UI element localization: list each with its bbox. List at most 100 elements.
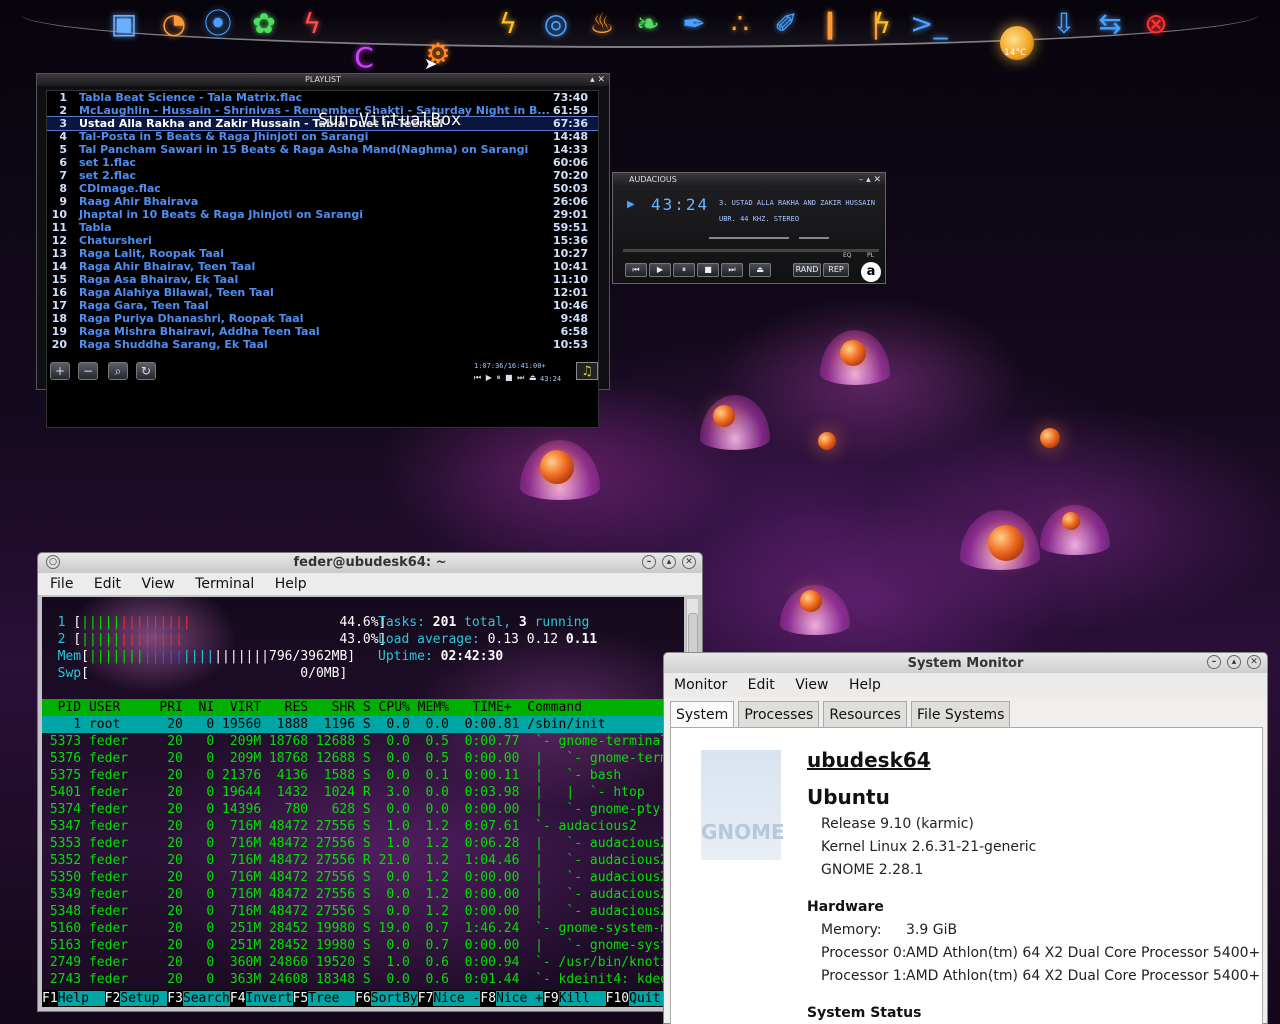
volume-slider[interactable] — [709, 237, 789, 239]
process-table-header[interactable]: PID USER PRI NI VIRT RES SHR S CPU% MEM%… — [42, 699, 684, 716]
close-icon[interactable]: ✕ — [682, 555, 696, 569]
previous-icon[interactable]: ⏮ — [625, 263, 647, 277]
process-row[interactable]: 5347 feder 20 0 716M 48472 27556 S 1.0 1… — [42, 818, 637, 835]
playlist-item[interactable]: 19 Raga Mishra Bhairavi, Addha Teen Taal 6… — [47, 325, 598, 338]
close-icon[interactable]: ⊗ — [1138, 6, 1174, 42]
fire-icon[interactable]: ♨ — [584, 6, 620, 42]
process-row[interactable]: 2749 feder 20 0 360M 24860 19520 S 1.0 0… — [42, 954, 668, 971]
close-icon[interactable]: ✕ — [1247, 655, 1261, 669]
firefox-icon[interactable]: ◔ — [156, 6, 192, 42]
audacious-titlebar[interactable]: AUDACIOUS – ▴ ✕ — [613, 173, 885, 187]
balance-slider[interactable] — [799, 237, 829, 239]
process-row[interactable]: 5352 feder 20 0 716M 48472 27556 R 21.0 … — [42, 852, 668, 869]
minimize-icon[interactable]: – — [642, 555, 656, 569]
playlist-mini-controls[interactable]: ⏮ ▶ ⏸ ■ ⏭ ⏏ — [474, 373, 537, 383]
fkey-action[interactable]: Setup — [120, 991, 168, 1006]
bolt-icon[interactable]: ϟ — [490, 6, 526, 42]
playlist-item[interactable]: 17 Raga Gara, Teen Taal 10:46 — [47, 299, 598, 312]
playlist-item[interactable]: 16 Raga Alahiya Bilawal, Teen Taal 12:01 — [47, 286, 598, 299]
htop-output[interactable]: 1 [|||||||||||||| 44.6%] 2 [||||||||||||… — [42, 597, 684, 1007]
fkey-action[interactable]: Search — [182, 991, 230, 1006]
playlist-titlebar[interactable]: PLAYLIST ▴ ✕ — [37, 74, 609, 86]
process-row[interactable]: 5373 feder 20 0 209M 18768 12688 S 0.0 0… — [42, 733, 668, 750]
process-row[interactable]: 5350 feder 20 0 716M 48472 27556 S 0.0 1… — [42, 869, 668, 886]
fkey-action[interactable]: SortBy — [370, 991, 418, 1006]
bubbles-icon[interactable]: ∴ — [722, 6, 758, 42]
process-row[interactable]: 5353 feder 20 0 716M 48472 27556 S 1.0 1… — [42, 835, 668, 852]
tab-file-systems[interactable]: File Systems — [911, 701, 1011, 727]
tab-processes[interactable]: Processes — [738, 701, 820, 727]
terminal-titlebar[interactable]: ○ feder@ubudesk64: ~ – ▴ ✕ — [38, 553, 702, 573]
process-row[interactable]: 5160 feder 20 0 251M 28452 19980 S 19.0 … — [42, 920, 668, 937]
playback-time[interactable]: 43:24 — [651, 195, 709, 214]
audacious-logo-icon[interactable]: a — [861, 262, 881, 282]
menu-terminal[interactable]: Terminal — [195, 573, 254, 595]
remove-icon[interactable]: − — [78, 362, 98, 380]
search-icon[interactable]: ⌕ — [108, 362, 128, 380]
audacious-window-controls[interactable]: – ▴ ✕ — [859, 173, 881, 187]
feather-icon[interactable]: ❧ — [630, 6, 666, 42]
refresh-icon[interactable]: ↻ — [136, 362, 156, 380]
process-row[interactable]: 1 root 20 0 19560 1888 1196 S 0.0 0.0 0:… — [42, 716, 684, 733]
process-row[interactable]: 5401 feder 20 0 19644 1432 1024 R 3.0 0.… — [42, 784, 645, 801]
fkey-action[interactable]: Nice - — [433, 991, 481, 1006]
process-row[interactable]: 5375 feder 20 0 21376 4136 1588 S 0.0 0.… — [42, 767, 621, 784]
safari-icon[interactable]: ⦿ — [200, 6, 236, 42]
playlist-item[interactable]: 7 set 2.flac 70:20 — [47, 169, 598, 182]
menu-view[interactable]: View — [795, 673, 828, 697]
playlist-item[interactable]: 4 Tal-Posta in 5 Beats & Raga Jhinjoti on… — [47, 130, 598, 143]
arrows-icon[interactable]: ⇆ — [1092, 6, 1128, 42]
playlist-item[interactable]: 12 Chatursheri 15:36 — [47, 234, 598, 247]
add-icon[interactable]: + — [50, 362, 70, 380]
quill-icon[interactable]: ✒ — [676, 6, 712, 42]
playlist-item[interactable]: 13 Raga Lalit, Roopak Taal 10:27 — [47, 247, 598, 260]
playlist-item[interactable]: 9 Raag Ahir Bhairava 26:06 — [47, 195, 598, 208]
menu-monitor[interactable]: Monitor — [674, 673, 727, 697]
menu-file[interactable]: File — [50, 573, 73, 595]
menu-view[interactable]: View — [141, 573, 174, 595]
next-icon[interactable]: ⏭ — [721, 263, 743, 277]
maximize-icon[interactable]: ▴ — [1227, 655, 1241, 669]
play-icon[interactable]: ▶ — [649, 263, 671, 277]
c-icon[interactable]: C — [346, 40, 382, 76]
process-row[interactable]: 5163 feder 20 0 251M 28452 19980 S 0.0 0… — [42, 937, 668, 954]
stop-icon[interactable]: ■ — [697, 263, 719, 277]
fkey-action[interactable]: Kill — [558, 991, 606, 1006]
menu-help[interactable]: Help — [849, 673, 881, 697]
seek-bar[interactable] — [623, 249, 879, 252]
sysmon-titlebar[interactable]: System Monitor – ▴ ✕ — [664, 653, 1267, 673]
terminal-icon[interactable]: >_ — [910, 6, 947, 42]
playlist-item[interactable]: 20 Raga Shuddha Sarang, Ek Taal 10:53 — [47, 338, 598, 351]
lightning-icon[interactable]: ϟ — [294, 6, 330, 42]
playlist-item[interactable]: 6 set 1.flac 60:06 — [47, 156, 598, 169]
process-row[interactable]: 5349 feder 20 0 716M 48472 27556 S 0.0 1… — [42, 886, 668, 903]
process-row[interactable]: 5348 feder 20 0 716M 48472 27556 S 0.0 1… — [42, 903, 668, 920]
tab-resources[interactable]: Resources — [823, 701, 907, 727]
minimize-icon[interactable]: – — [1207, 655, 1221, 669]
playlist-window-controls[interactable]: ▴ ✕ — [590, 74, 605, 86]
playlist-item[interactable]: 8 CDImage.flac 50:03 — [47, 182, 598, 195]
maximize-icon[interactable]: ▴ — [662, 555, 676, 569]
repeat-button[interactable]: REP — [823, 263, 849, 277]
flower-icon[interactable]: ✿ — [246, 6, 282, 42]
bar-icon[interactable]: ❙ — [812, 6, 848, 42]
shuffle-button[interactable]: RAND — [793, 263, 821, 277]
fkey-action[interactable]: Tree — [308, 991, 356, 1006]
playlist-item[interactable]: 15 Raga Asa Bhairav, Ek Taal 11:10 — [47, 273, 598, 286]
playlist-item[interactable]: 11 Tabla 59:51 — [47, 221, 598, 234]
menu-help[interactable]: Help — [275, 573, 307, 595]
playlist-item[interactable]: 18 Raga Puriya Dhanashri, Roopak Taal 9:48 — [47, 312, 598, 325]
music-note-icon[interactable]: ♫ — [576, 362, 598, 380]
process-row[interactable]: 5376 feder 20 0 209M 18768 12688 S 0.0 0… — [42, 750, 668, 767]
playlist-item[interactable]: 1 Tabla Beat Science - Tala Matrix.flac 73… — [47, 91, 598, 104]
download-icon[interactable]: ⇩ — [1046, 6, 1082, 42]
pen-icon[interactable]: ✐ — [768, 6, 804, 42]
playlist-item[interactable]: 5 Tal Pancham Sawari in 15 Beats & Raga A… — [47, 143, 598, 156]
eject-icon[interactable]: ⏏ — [749, 263, 771, 277]
floppy-icon[interactable]: ▣ — [106, 6, 142, 42]
window-menu-icon[interactable]: ○ — [46, 555, 60, 569]
eq-toggle[interactable]: EQ — [843, 252, 852, 259]
menu-edit[interactable]: Edit — [748, 673, 775, 697]
tab-system[interactable]: System — [670, 701, 735, 727]
pl-toggle[interactable]: PL — [867, 252, 874, 259]
